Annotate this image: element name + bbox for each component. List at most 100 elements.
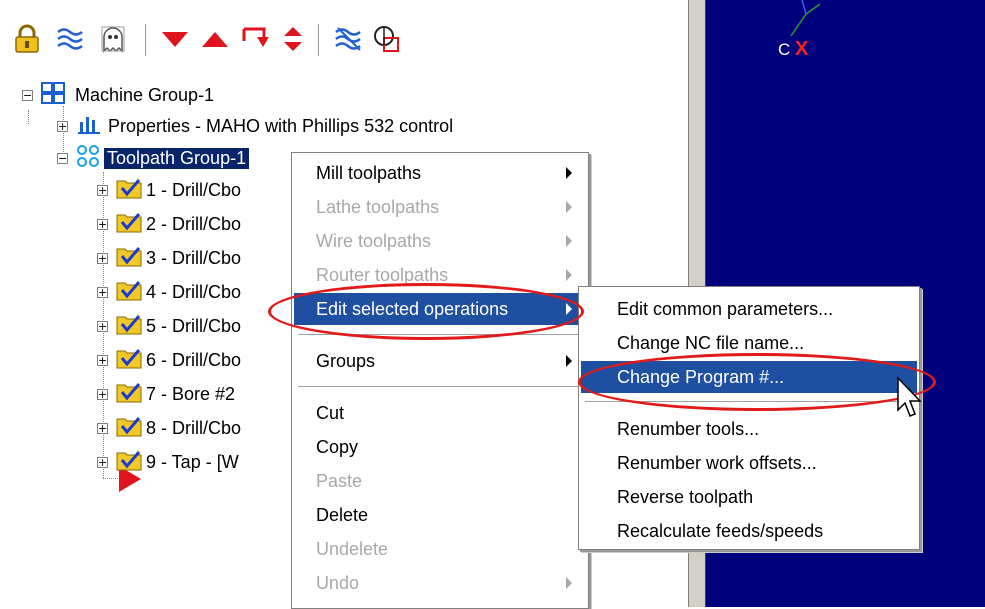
toolbar-separator	[318, 24, 322, 56]
menu-item-lathe-toolpaths[interactable]: Lathe toolpaths	[294, 191, 586, 223]
tree-item-operation[interactable]: +7 - Bore #2	[97, 381, 235, 407]
menu-item-label: Cut	[316, 402, 345, 423]
menu-item-label: Router toolpaths	[316, 264, 449, 285]
operation-label: 1 - Drill/Cbo	[146, 179, 242, 200]
operation-folder-icon	[116, 177, 142, 204]
tree-connector	[28, 110, 29, 124]
submenu-arrow-icon	[566, 201, 572, 213]
menu-item-delete[interactable]: Delete	[294, 499, 586, 531]
menu-item-cut[interactable]: Cut	[294, 397, 586, 429]
tree-item-operation[interactable]: +8 - Drill/Cbo	[97, 415, 241, 441]
move-down-icon[interactable]	[160, 24, 190, 54]
machine-group-icon	[41, 81, 65, 109]
submenu-arrow-icon	[566, 577, 572, 589]
operation-label: 4 - Drill/Cbo	[146, 281, 242, 302]
operation-folder-icon	[116, 211, 142, 238]
expand-toggle-icon[interactable]: +	[97, 286, 108, 298]
tree-item-properties[interactable]: + Properties - MAHO with Phillips 532 co…	[57, 113, 453, 139]
menu-item-copy[interactable]: Copy	[294, 431, 586, 463]
operation-folder-icon	[116, 381, 142, 408]
tree-item-machine-group[interactable]: − Machine Group-1	[22, 81, 215, 109]
axis-label-c: C	[778, 40, 791, 59]
operation-label: 7 - Bore #2	[146, 383, 236, 404]
collapse-toggle-icon[interactable]: −	[22, 89, 33, 101]
submenu-item-change-nc-file-name[interactable]: Change NC file name...	[581, 327, 917, 359]
expand-toggle-icon[interactable]: +	[97, 422, 108, 434]
menu-separator	[585, 401, 913, 403]
toolpath-group-icon	[76, 144, 100, 173]
menu-item-undo[interactable]: Undo	[294, 567, 586, 599]
expand-toggle-icon[interactable]: +	[57, 120, 68, 132]
submenu-item-reverse-toolpath[interactable]: Reverse toolpath	[581, 481, 917, 513]
expand-toggle-icon[interactable]: +	[97, 388, 108, 400]
tree-item-operation[interactable]: +3 - Drill/Cbo	[97, 245, 241, 271]
operation-label: 5 - Drill/Cbo	[146, 315, 242, 336]
operation-label: 9 - Tap - [W	[146, 451, 239, 472]
expand-toggle-icon[interactable]: +	[97, 456, 108, 468]
menu-separator	[298, 334, 582, 336]
menu-item-label: Delete	[316, 504, 369, 525]
menu-item-label: Copy	[316, 436, 359, 457]
tree-item-operation[interactable]: +4 - Drill/Cbo	[97, 279, 241, 305]
properties-label: Properties - MAHO with Phillips 532 cont…	[108, 115, 454, 136]
expand-toggle-icon[interactable]: +	[97, 218, 108, 230]
regen-wave-icon[interactable]	[334, 24, 364, 54]
submenu-item-renumber-tools[interactable]: Renumber tools...	[581, 413, 917, 445]
submenu-item-label: Change NC file name...	[617, 332, 805, 353]
expand-toggle-icon[interactable]: +	[97, 320, 108, 332]
menu-item-label: Undo	[316, 572, 360, 593]
operation-folder-icon	[116, 449, 142, 476]
submenu-item-change-program[interactable]: Change Program #...	[581, 361, 917, 393]
menu-item-mill-toolpaths[interactable]: Mill toolpaths	[294, 157, 586, 189]
move-up-icon[interactable]	[200, 24, 230, 54]
menu-item-wire-toolpaths[interactable]: Wire toolpaths	[294, 225, 586, 257]
toolpath-group-label: Toolpath Group-1	[104, 147, 250, 169]
tree-item-operation[interactable]: +9 - Tap - [W	[97, 449, 239, 475]
toolbar-separator	[145, 24, 149, 56]
toolpath-wave-icon[interactable]	[56, 24, 86, 54]
axis-label-x: X	[795, 38, 809, 60]
tree-item-operation[interactable]: +1 - Drill/Cbo	[97, 177, 241, 203]
properties-icon	[78, 114, 102, 139]
collapse-toggle-icon[interactable]: −	[57, 152, 68, 164]
tree-item-toolpath-group[interactable]: − Toolpath Group-1	[57, 144, 250, 173]
verify-icon[interactable]	[372, 24, 402, 54]
menu-item-label: Paste	[316, 470, 363, 491]
menu-item-router-toolpaths[interactable]: Router toolpaths	[294, 259, 586, 291]
menu-separator	[298, 386, 582, 388]
submenu-arrow-icon	[566, 303, 572, 315]
operation-folder-icon	[116, 415, 142, 442]
insert-arrow-icon[interactable]	[240, 24, 270, 54]
expand-toggle-icon[interactable]: +	[97, 252, 108, 264]
operations-toolbar	[0, 10, 688, 66]
tree-item-operation[interactable]: +5 - Drill/Cbo	[97, 313, 241, 339]
expand-toggle-icon[interactable]: +	[97, 354, 108, 366]
menu-item-groups[interactable]: Groups	[294, 345, 586, 377]
submenu-item-recalculate-feeds-speeds[interactable]: Recalculate feeds/speeds	[581, 515, 917, 547]
lock-icon[interactable]	[12, 24, 42, 54]
menu-item-label: Wire toolpaths	[316, 230, 432, 251]
menu-item-edit-selected-operations[interactable]: Edit selected operations	[294, 293, 586, 325]
operation-label: 8 - Drill/Cbo	[146, 417, 242, 438]
expand-toggle-icon[interactable]: +	[97, 184, 108, 196]
operation-folder-icon	[116, 347, 142, 374]
submenu-arrow-icon	[566, 235, 572, 247]
scroll-icon[interactable]	[278, 24, 308, 54]
edit-operations-submenu: Edit common parameters... Change NC file …	[578, 286, 920, 550]
menu-item-label: Mill toolpaths	[316, 162, 422, 183]
menu-item-label: Lathe toolpaths	[316, 196, 440, 217]
machine-group-label: Machine Group-1	[75, 84, 215, 105]
tree-item-operation[interactable]: +6 - Drill/Cbo	[97, 347, 241, 373]
operation-folder-icon	[116, 245, 142, 272]
menu-item-paste[interactable]: Paste	[294, 465, 586, 497]
submenu-arrow-icon	[566, 167, 572, 179]
submenu-arrow-icon	[566, 355, 572, 367]
tree-item-operation[interactable]: +2 - Drill/Cbo	[97, 211, 241, 237]
submenu-item-renumber-work-offsets[interactable]: Renumber work offsets...	[581, 447, 917, 479]
menu-item-undelete[interactable]: Undelete	[294, 533, 586, 565]
menu-item-label: Edit selected operations	[316, 298, 509, 319]
ghost-icon[interactable]	[98, 24, 128, 54]
submenu-item-label: Change Program #...	[617, 366, 785, 387]
submenu-item-label: Renumber tools...	[617, 418, 760, 439]
submenu-item-edit-common-parameters[interactable]: Edit common parameters...	[581, 293, 917, 325]
